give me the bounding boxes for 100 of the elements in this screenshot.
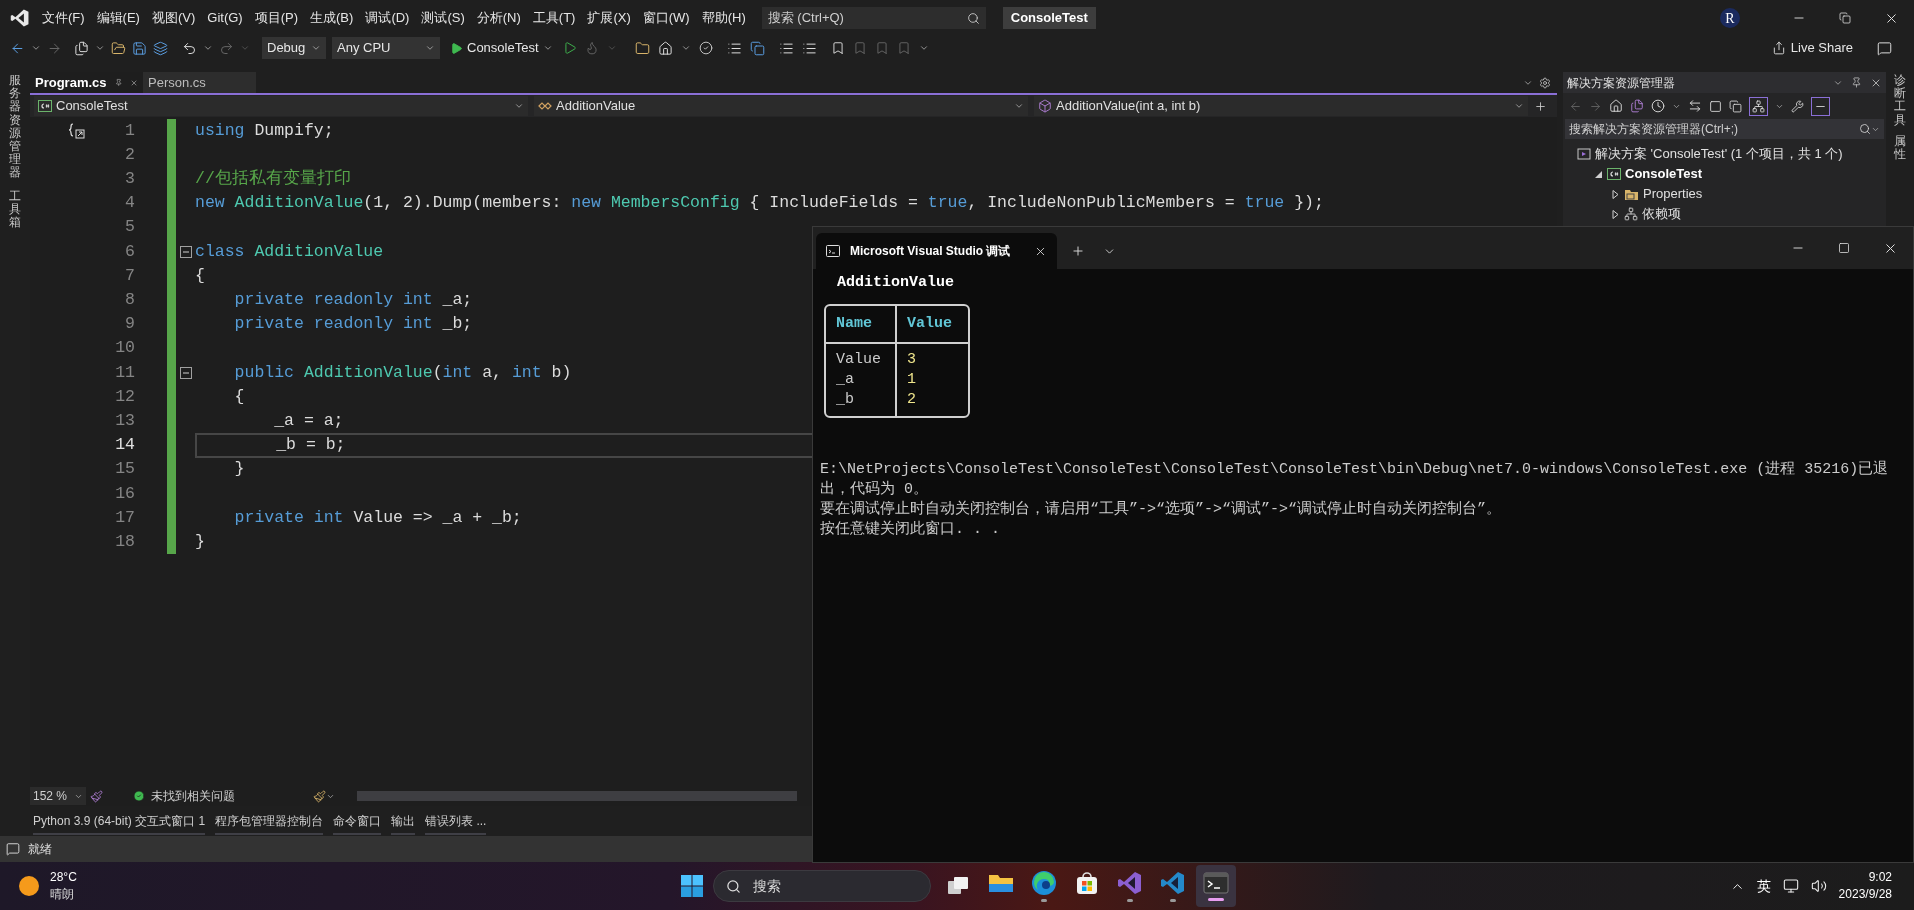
tree-view-icon[interactable]	[1752, 99, 1765, 113]
sun-icon[interactable]	[18, 875, 40, 897]
terminal-icon[interactable]	[1203, 871, 1229, 895]
properties-icon[interactable]	[1791, 99, 1804, 113]
search-icon[interactable]	[1859, 123, 1871, 135]
navigation-dropdown[interactable]: AdditionValue	[534, 96, 1028, 116]
collapse-icon[interactable]	[179, 366, 192, 379]
document-icon[interactable]	[749, 40, 765, 56]
new-tab-icon[interactable]	[1071, 244, 1085, 258]
search-icon[interactable]	[966, 11, 980, 25]
navigation-dropdown[interactable]: ConsoleTest	[34, 96, 528, 116]
navigation-dropdown[interactable]: AdditionValue(int a, int b)	[1034, 96, 1528, 116]
open-folder-icon[interactable]	[111, 40, 126, 56]
menu-item[interactable]: 窗口(W)	[636, 5, 696, 31]
live-share-button[interactable]: Live Share	[1771, 37, 1853, 59]
notification-icon[interactable]	[6, 842, 20, 856]
home-icon[interactable]	[657, 40, 673, 56]
clock-date[interactable]: 2023/9/28	[1838, 886, 1892, 903]
home-icon[interactable]	[1609, 99, 1623, 113]
start-button[interactable]: ConsoleTest	[446, 37, 557, 59]
task-view-icon[interactable]	[947, 876, 969, 896]
menu-item[interactable]: 帮助(H)	[695, 5, 752, 31]
copy-icon[interactable]	[1729, 99, 1742, 113]
sync-icon[interactable]	[1688, 99, 1702, 113]
clock-time[interactable]: 9:02	[1868, 869, 1892, 886]
maximize-icon[interactable]	[1838, 242, 1850, 254]
check-icon[interactable]	[133, 790, 145, 802]
undo-icon[interactable]	[182, 40, 197, 56]
side-panel-tab[interactable]: 诊断工具	[1894, 74, 1906, 127]
caret-icon[interactable]	[31, 43, 41, 53]
active-app-highlight[interactable]	[1196, 865, 1236, 907]
side-panel-tab[interactable]: 服务器资源管理器	[9, 74, 21, 180]
start-icon[interactable]	[680, 874, 704, 898]
caret-icon[interactable]	[1514, 101, 1524, 111]
cleanup-icon[interactable]	[313, 789, 326, 803]
configuration-dropdown[interactable]: Debug	[262, 37, 326, 59]
weather-condition[interactable]: 晴朗	[50, 886, 77, 903]
side-panel-tab[interactable]: 属性	[1894, 134, 1906, 162]
folder-icon[interactable]	[988, 872, 1014, 894]
caret-icon[interactable]	[203, 43, 213, 53]
back-icon[interactable]	[10, 40, 25, 56]
switch-views-icon[interactable]	[1630, 99, 1644, 113]
zoom-dropdown[interactable]: 152 %	[30, 787, 86, 805]
input-method-indicator[interactable]: 英	[1756, 875, 1771, 897]
menu-item[interactable]: 文件(F)	[36, 5, 91, 31]
menu-item[interactable]: 调试(D)	[359, 5, 416, 31]
caret-icon[interactable]	[918, 43, 929, 53]
menu-item[interactable]: 视图(V)	[145, 5, 202, 31]
collapsed-arrow-icon[interactable]	[1611, 189, 1620, 199]
issues-status[interactable]: 未找到相关问题	[151, 787, 235, 805]
caret-icon[interactable]	[1014, 101, 1024, 111]
menu-item[interactable]: 项目(P)	[248, 5, 305, 31]
temperature-text[interactable]: 28°C	[50, 869, 77, 886]
tree-item[interactable]: ConsoleTest	[1625, 164, 1703, 184]
editor-tab[interactable]: Person.cs	[143, 72, 256, 93]
brush-icon[interactable]	[90, 789, 103, 803]
clock-icon[interactable]	[1651, 99, 1665, 113]
terminal-tab[interactable]: Microsoft Visual Studio 调试	[816, 233, 1057, 269]
share-icon[interactable]	[1771, 41, 1786, 55]
shopping-bag-icon[interactable]	[1074, 870, 1100, 896]
menu-item[interactable]: 分析(N)	[470, 5, 527, 31]
taskbar-search-field[interactable]: 搜索	[713, 870, 931, 902]
new-item-icon[interactable]	[74, 40, 89, 56]
caret-icon[interactable]	[425, 43, 435, 53]
expanded-arrow-icon[interactable]	[1594, 169, 1603, 179]
search-icon[interactable]	[726, 878, 741, 894]
network-icon[interactable]	[1782, 878, 1799, 894]
search-field[interactable]: 搜索解决方案资源管理器(Ctrl+;)	[1565, 119, 1884, 139]
menu-item[interactable]: 测试(S)	[415, 5, 471, 31]
tree-item[interactable]: 解决方案 'ConsoleTest' (1 个项目，共 1 个)	[1595, 144, 1843, 164]
restore-icon[interactable]	[1839, 12, 1851, 24]
settings-icon[interactable]	[1539, 76, 1551, 89]
edge-browser-icon[interactable]	[1031, 870, 1057, 896]
bookmark-icon[interactable]	[830, 41, 845, 55]
caret-icon[interactable]	[514, 101, 524, 111]
platform-dropdown[interactable]: Any CPU	[332, 37, 440, 59]
pin-icon[interactable]	[1851, 77, 1862, 88]
volume-icon[interactable]	[1810, 878, 1827, 894]
menu-item[interactable]: 生成(B)	[304, 5, 360, 31]
caret-icon[interactable]	[95, 43, 105, 53]
visual-studio-icon[interactable]	[1117, 870, 1143, 896]
menu-item[interactable]: Git(G)	[201, 5, 249, 31]
tree-item[interactable]: 依赖项	[1642, 204, 1681, 224]
horizontal-scrollbar[interactable]	[357, 791, 797, 801]
redo-icon[interactable]	[219, 40, 234, 56]
search-field[interactable]: 搜索 (Ctrl+Q)	[761, 7, 986, 29]
save-icon[interactable]	[132, 40, 147, 56]
menu-item[interactable]: 扩展(X)	[581, 5, 637, 31]
menu-item[interactable]: 工具(T)	[526, 5, 582, 31]
play-outline-icon[interactable]	[562, 41, 577, 55]
vscode-icon[interactable]	[1160, 870, 1186, 896]
tree-item[interactable]: Properties	[1643, 184, 1703, 204]
pin-icon[interactable]	[114, 77, 122, 88]
side-panel-tab[interactable]: 工具箱	[9, 189, 21, 230]
user-avatar[interactable]: R	[1720, 8, 1740, 28]
caret-icon[interactable]	[680, 43, 691, 53]
collapse-icon[interactable]	[179, 246, 192, 259]
caret-icon[interactable]	[311, 43, 321, 53]
collapsed-arrow-icon[interactable]	[1611, 209, 1620, 219]
menu-item[interactable]: 编辑(E)	[90, 5, 146, 31]
